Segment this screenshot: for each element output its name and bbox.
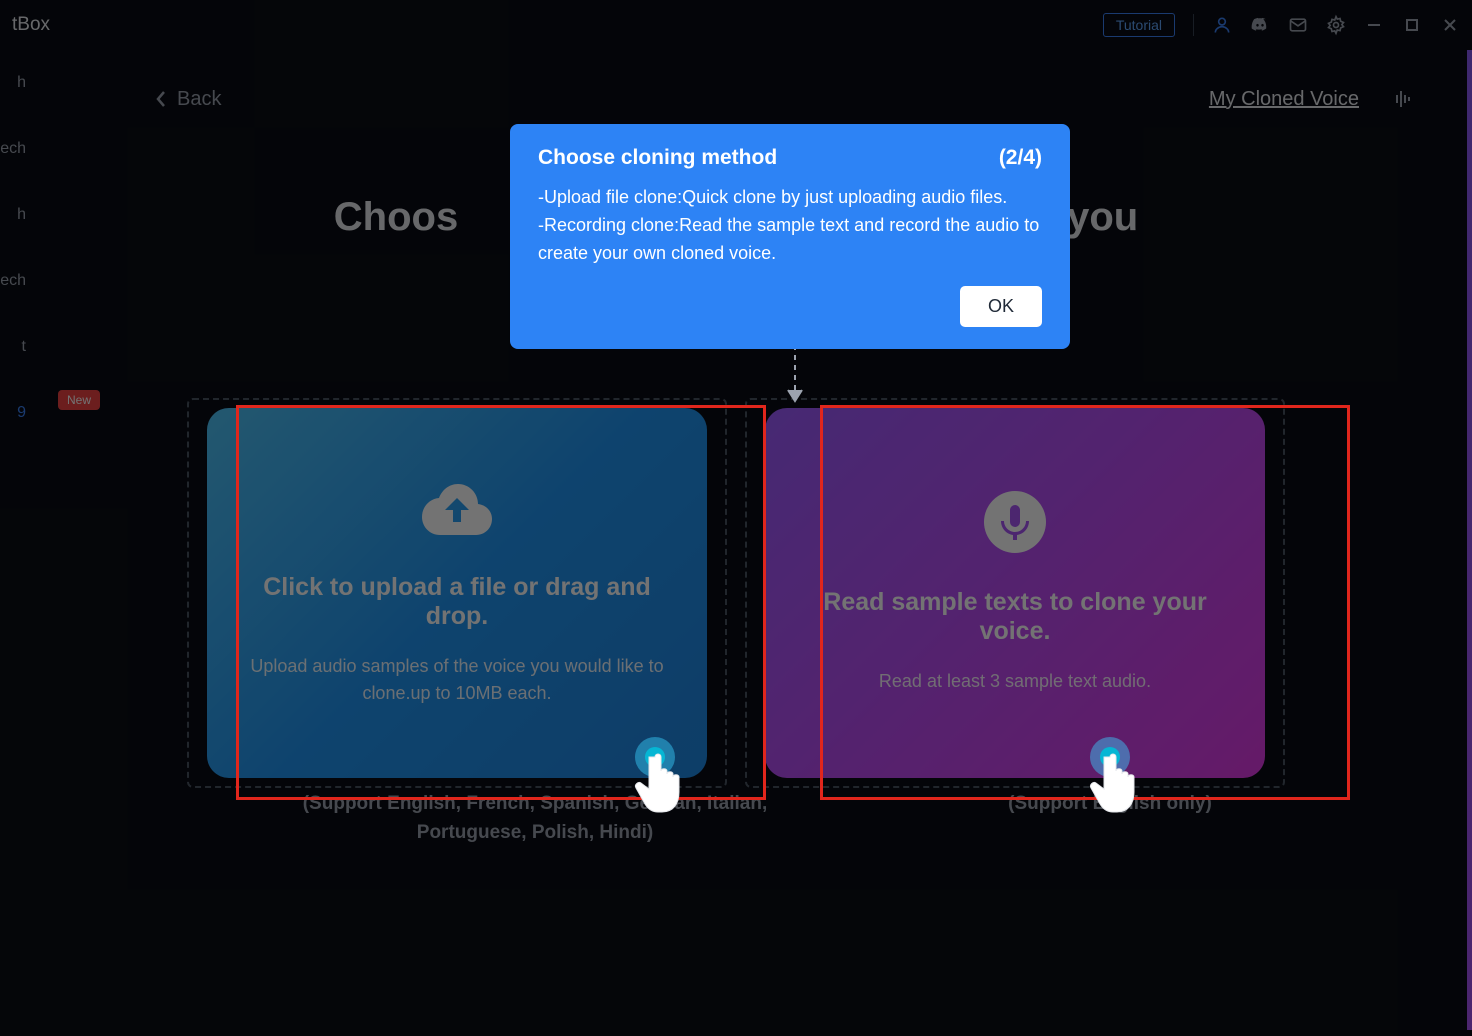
tutorial-title: Choose cloning method [538,146,777,170]
discord-icon[interactable] [1250,15,1270,35]
my-cloned-voice-link[interactable]: My Cloned Voice [1209,88,1359,111]
tutorial-arrow-icon [785,345,805,405]
sidebar-item-4[interactable]: t [0,314,100,380]
tutorial-line2: -Recording clone:Read the sample text an… [538,212,1042,268]
sidebar-item-3[interactable]: ech [0,248,100,314]
tutorial-button[interactable]: Tutorial [1103,13,1175,37]
upload-card[interactable]: Click to upload a file or drag and drop.… [207,408,707,778]
back-link[interactable]: Back [155,88,221,111]
tutorial-line1: -Upload file clone:Quick clone by just u… [538,184,1042,212]
cards-row: Click to upload a file or drag and drop.… [0,408,1472,778]
microphone-icon [984,491,1046,553]
record-card-title: Read sample texts to clone your voice. [795,588,1235,646]
titlebar-right: Tutorial [1103,13,1460,37]
sidebar-item-0[interactable]: h [0,50,100,116]
titlebar-separator [1193,14,1194,36]
mail-icon[interactable] [1288,15,1308,35]
upload-card-title: Click to upload a file or drag and drop. [237,573,677,631]
maximize-button[interactable] [1402,15,1422,35]
record-card-wrap: Read sample texts to clone your voice. R… [765,408,1265,778]
tutorial-popup: Choose cloning method (2/4) -Upload file… [510,124,1070,349]
top-links: My Cloned Voice [1209,85,1417,113]
tutorial-step: (2/4) [999,146,1042,170]
minimize-button[interactable] [1364,15,1384,35]
sidebar-item-1[interactable]: ech [0,116,100,182]
gear-icon[interactable] [1326,15,1346,35]
upload-card-subtitle: Upload audio samples of the voice you wo… [237,653,677,707]
upload-card-wrap: Click to upload a file or drag and drop.… [207,408,707,778]
tutorial-ok-button[interactable]: OK [960,286,1042,327]
new-badge: New [58,390,100,410]
titlebar: tBox Tutorial [0,0,1472,50]
record-card-subtitle: Read at least 3 sample text audio. [879,668,1151,695]
cloud-upload-icon [418,480,496,538]
record-card[interactable]: Read sample texts to clone your voice. R… [765,408,1265,778]
back-label: Back [177,88,221,111]
app-name-fragment: tBox [12,14,50,36]
close-button[interactable] [1440,15,1460,35]
tutorial-body: -Upload file clone:Quick clone by just u… [538,184,1042,268]
user-icon[interactable] [1212,15,1232,35]
waveform-icon[interactable] [1389,85,1417,113]
